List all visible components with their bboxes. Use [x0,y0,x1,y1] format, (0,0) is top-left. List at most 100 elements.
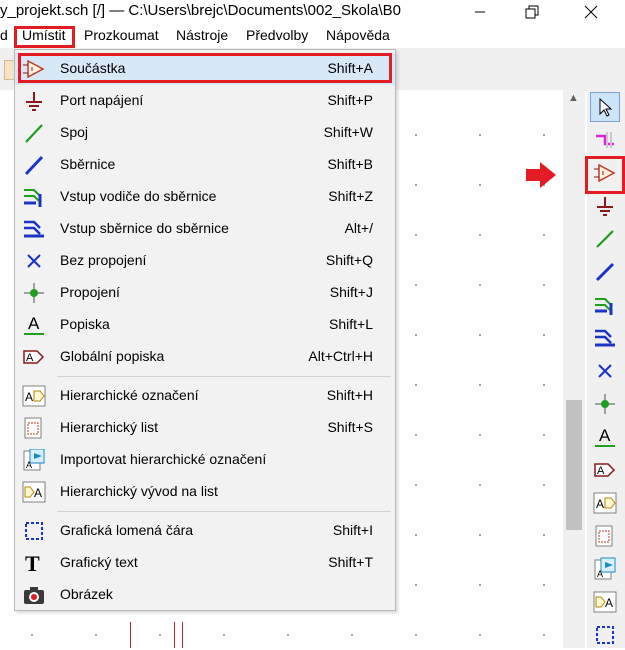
menu-item-hier-sheet[interactable]: Hierarchický list Shift+S [15,412,395,444]
wire-icon [596,230,614,248]
graphic-polyline-tool[interactable] [590,620,620,650]
menu-item-graphic-text[interactable]: T Grafický text Shift+T [15,547,395,579]
label-icon: A [595,426,615,447]
label-icon: A [21,313,47,337]
minimize-icon [475,11,485,13]
menu-tools[interactable]: Nástroje [176,27,228,43]
restore-icon [525,5,539,19]
hier-label-tool[interactable]: A [590,488,620,518]
hier-sheet-tool[interactable] [590,521,620,551]
hier-pin-icon: A [593,591,617,613]
menu-separator [57,376,391,377]
import-hier-label-tool[interactable]: A [590,554,620,584]
red-arrow-icon [526,162,556,188]
bus-to-bus-icon [595,329,615,347]
hier-sheet-icon [21,416,47,440]
menu-view-partial[interactable]: d [0,27,8,43]
menu-place-highlight-box [14,26,75,48]
graphic-polyline-icon [21,519,47,543]
svg-text:A: A [25,390,33,404]
graphic-text-icon: T [21,551,47,575]
bus-icon [595,262,615,282]
menu-item-bus[interactable]: Sběrnice Shift+B [15,149,395,181]
place-bus-tool[interactable] [590,257,620,287]
no-connect-icon [21,249,47,273]
menu-item-no-connect[interactable]: Bez propojení Shift+Q [15,245,395,277]
schematic-wire [130,622,131,648]
bus-icon [21,153,47,177]
svg-text:A: A [599,426,611,445]
menu-preferences[interactable]: Předvolby [246,27,308,43]
menu-separator [57,511,391,512]
global-label-tool[interactable]: A [590,455,620,485]
place-dropdown-menu: Součástka Shift+A Port napájení Shift+P … [14,49,396,611]
menu-bar: d Umístit Prozkoumat Nástroje Předvolby … [0,24,625,48]
junction-icon [595,394,615,414]
menu-item-wire-to-bus[interactable]: Vstup vodiče do sběrnice Shift+Z [15,181,395,213]
minimize-button[interactable] [460,0,500,24]
power-port-icon [597,197,613,216]
menu-item-hier-pin[interactable]: A Hierarchický vývod na list [15,476,395,508]
place-wire-tool[interactable] [590,224,620,254]
close-icon [584,5,598,19]
window-title: y_projekt.sch [/] — C:\Users\brejc\Docum… [0,2,402,19]
svg-text:A: A [26,352,34,364]
menu-item-label[interactable]: A Popiska Shift+L [15,309,395,341]
menu-item-hier-label[interactable]: A Hierarchické označení Shift+H [15,380,395,412]
global-label-icon: A [21,345,47,369]
svg-text:A: A [597,465,605,477]
image-icon [21,583,47,607]
hier-label-icon: A [21,384,47,408]
select-tool[interactable] [590,92,620,122]
svg-text:T: T [25,552,40,574]
hier-pin-tool[interactable]: A [590,587,620,617]
junction-tool[interactable] [590,389,620,419]
wire-to-bus-icon [595,298,613,315]
label-tool[interactable]: A [590,422,620,452]
menu-item-graphic-polyline[interactable]: Grafická lomená čára Shift+I [15,515,395,547]
highlight-net-icon [596,132,614,148]
place-power-tool[interactable] [590,191,620,221]
schematic-wire [174,622,175,648]
menu-item-junction[interactable]: Propojení Shift+J [15,277,395,309]
svg-text:A: A [26,460,32,470]
select-icon [599,97,613,117]
close-button[interactable] [571,0,611,24]
menu-item-bus-to-bus[interactable]: Vstup sběrnice do sběrnice Alt+/ [15,213,395,245]
menu-inspect[interactable]: Prozkoumat [84,27,159,43]
no-connect-tool[interactable] [590,356,620,386]
component-tool-highlight-box [585,156,625,194]
scroll-up-icon[interactable]: ▲ [568,92,579,104]
component-item-highlight-box [18,53,392,83]
menu-item-image[interactable]: Obrázek [15,579,395,611]
restore-button[interactable] [512,0,552,24]
menu-item-power-port[interactable]: Port napájení Shift+P [15,85,395,117]
menu-item-import-hier-label[interactable]: A Importovat hierarchické označení [15,444,395,476]
bus-to-bus-icon [21,217,47,241]
svg-text:A: A [596,497,604,511]
menu-item-global-label[interactable]: A Globální popiska Alt+Ctrl+H [15,341,395,373]
power-port-icon [21,89,47,113]
wire-icon [21,121,47,145]
svg-text:A: A [28,314,40,333]
schematic-wire [182,622,183,648]
bus-to-bus-tool[interactable] [590,323,620,353]
import-hier-label-icon: A [594,557,616,580]
no-connect-icon [598,364,612,378]
vertical-scrollbar[interactable]: ▲ [563,90,585,648]
global-label-icon: A [594,463,616,477]
highlight-net-tool[interactable] [590,125,620,155]
svg-text:A: A [597,569,603,579]
graphic-polyline-icon [596,626,614,644]
wire-to-bus-tool[interactable] [590,290,620,320]
menu-item-wire[interactable]: Spoj Shift+W [15,117,395,149]
scrollbar-thumb[interactable] [566,400,582,530]
title-bar: y_projekt.sch [/] — C:\Users\brejc\Docum… [0,0,625,24]
menu-help[interactable]: Nápověda [326,27,390,43]
hier-label-icon: A [593,492,617,514]
svg-text:A: A [34,486,42,500]
svg-text:A: A [605,596,613,610]
junction-icon [21,281,47,305]
wire-to-bus-icon [21,185,47,209]
import-hier-label-icon: A [21,448,47,472]
